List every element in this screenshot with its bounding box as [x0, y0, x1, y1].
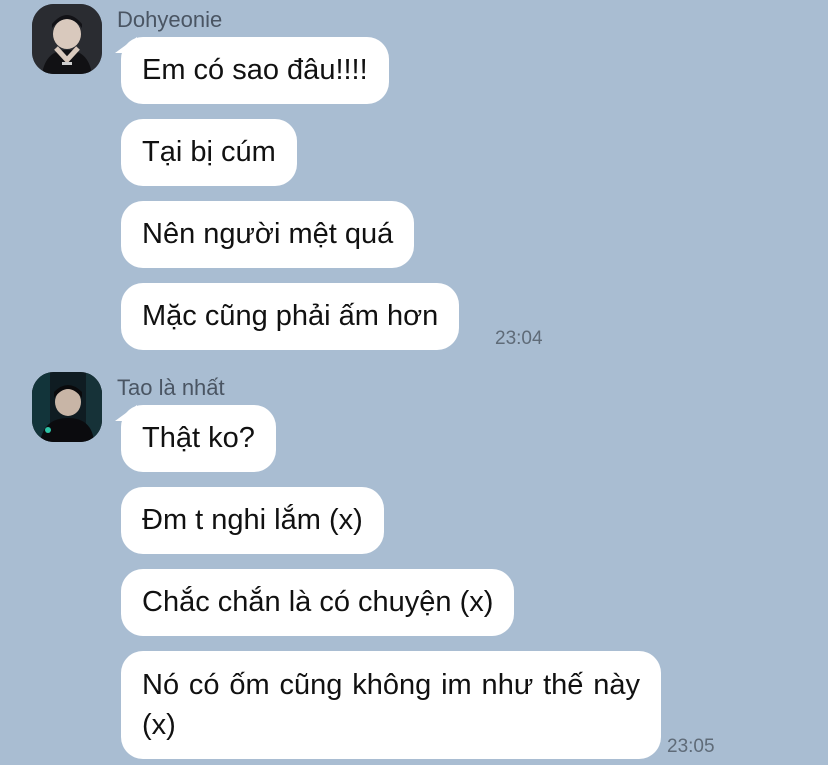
message-bubble[interactable]: Chắc chắn là có chuyện (x) — [121, 569, 515, 636]
message-bubble[interactable]: Mặc cũng phải ấm hơn — [121, 283, 460, 350]
message-bubble[interactable]: Thật ko? — [115, 405, 276, 472]
user-avatar-dohyeonie-icon[interactable] — [32, 4, 102, 74]
user-avatar-tao-la-nhat-icon[interactable] — [32, 372, 102, 442]
message-bubble[interactable]: Nên người mệt quá — [121, 201, 415, 268]
message-bubble[interactable]: Tại bị cúm — [121, 119, 297, 186]
message-bubble[interactable]: Đm t nghi lắm (x) — [121, 487, 384, 554]
message-bubble[interactable]: Nó có ốm cũng không im như thế này (x) — [121, 651, 661, 759]
message-timestamp: 23:05 — [667, 736, 715, 757]
sender-name: Tao là nhất — [117, 375, 225, 400]
message-timestamp: 23:04 — [495, 328, 543, 349]
chat-area[interactable]: Dohyeonie Em có sao đâu!!!! Tại bị cúm N… — [0, 0, 828, 765]
sender-name: Dohyeonie — [117, 7, 223, 32]
message-bubble[interactable]: Em có sao đâu!!!! — [115, 37, 389, 104]
